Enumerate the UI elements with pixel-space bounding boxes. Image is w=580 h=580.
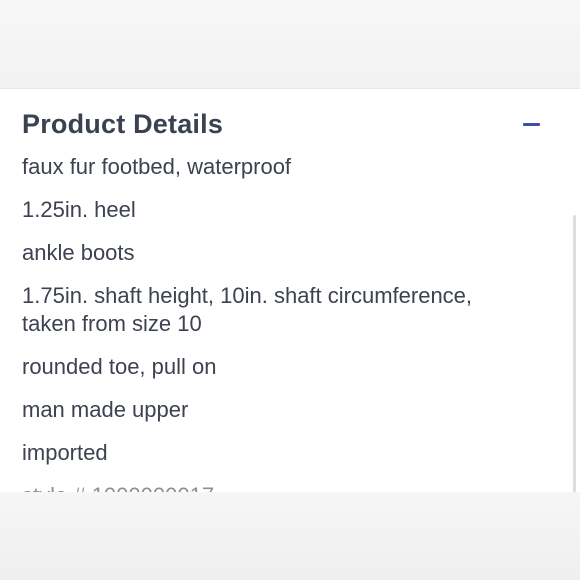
list-item: ankle boots: [22, 240, 135, 265]
page: Product Details faux fur footbed, waterp…: [0, 0, 580, 580]
product-details-title: Product Details: [22, 109, 224, 139]
minus-icon: [523, 123, 540, 126]
list-item: imported: [22, 440, 108, 465]
list-item: 1.25in. heel: [22, 197, 136, 222]
collapse-button[interactable]: [520, 111, 550, 139]
product-details-panel: Product Details faux fur footbed, waterp…: [0, 88, 580, 493]
scrollbar[interactable]: [573, 215, 576, 493]
bottom-blurred-area: [0, 492, 580, 580]
list-item: man made upper: [22, 397, 189, 422]
top-blurred-area: [0, 0, 580, 88]
list-item: faux fur footbed, waterproof: [22, 154, 292, 179]
list-item: 1.75in. shaft height, 10in. shaft circum…: [22, 283, 473, 336]
list-item: rounded toe, pull on: [22, 354, 217, 379]
product-details-list: faux fur footbed, waterproof 1.25in. hee…: [22, 153, 522, 493]
product-details-header[interactable]: Product Details: [22, 107, 558, 147]
